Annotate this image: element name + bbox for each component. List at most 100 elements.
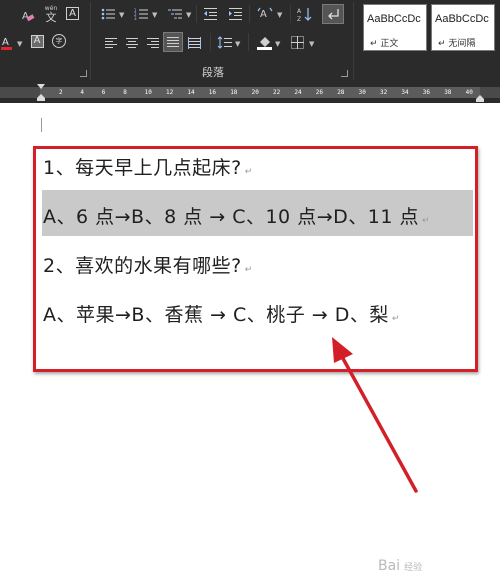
ribbon-separator (210, 33, 211, 51)
distributed-icon (188, 36, 201, 49)
paragraph-mark-icon (328, 9, 339, 20)
ribbon-separator (196, 5, 197, 23)
svg-text:A: A (2, 37, 9, 48)
font-color-button[interactable]: A (0, 34, 14, 50)
chinese-layout-icon: A (257, 7, 273, 20)
first-line-indent-marker[interactable] (36, 82, 46, 103)
enclose-characters-button[interactable]: 字 (52, 34, 66, 48)
ruler-tick-label: 12 (166, 89, 174, 96)
justify-icon (167, 37, 179, 47)
justify-button[interactable] (163, 32, 183, 52)
ruler-tick-label: 28 (337, 89, 345, 96)
clear-formatting-button[interactable]: A (20, 8, 36, 22)
character-border-button[interactable]: A (65, 6, 80, 21)
paint-bucket-icon (256, 36, 272, 50)
ribbon-separator (248, 33, 249, 51)
horizontal-ruler[interactable]: 2 4 6 8 10 12 14 16 18 20 22 24 26 28 30 32 34 36 38 40 (0, 82, 500, 103)
align-left-button[interactable] (104, 36, 117, 49)
borders-icon (290, 35, 304, 49)
ribbon: A wén 文 A A ▼ A 字 ▼ 123 ▼ ▼ A ▼ AZ ▼ ▼ ▼… (0, 0, 500, 82)
ruler-tick-label: 26 (315, 89, 324, 96)
multilevel-list-icon (167, 9, 182, 19)
numbering-icon: 123 (134, 8, 148, 20)
sort-button[interactable]: AZ (296, 6, 312, 22)
borders-dropdown-icon[interactable]: ▼ (309, 40, 314, 48)
annotation-arrow-icon (332, 337, 418, 493)
ruler-tick-label: 4 (80, 89, 85, 96)
align-left-icon (104, 37, 117, 48)
ruler-tick-label: 8 (123, 89, 127, 96)
ruler-tick-label: 22 (273, 89, 281, 96)
ruler-tick-label: 34 (401, 89, 409, 96)
multilevel-list-button[interactable] (167, 7, 183, 21)
paragraph-group-label: 段落 (202, 66, 224, 79)
ruler-tick-label: 30 (358, 89, 366, 96)
paragraph-dialog-launcher[interactable] (341, 70, 348, 77)
bullets-icon (101, 8, 115, 20)
ruler-tick-label: 36 (422, 89, 431, 96)
numbering-button[interactable]: 123 (133, 7, 149, 21)
watermark-sub: 经验 (404, 563, 423, 573)
show-hide-marks-button[interactable] (322, 4, 344, 24)
multilevel-list-dropdown-icon[interactable]: ▼ (186, 11, 191, 19)
distributed-button[interactable] (188, 36, 201, 49)
ruler-text-area (40, 87, 480, 98)
line-spacing-icon (217, 35, 232, 49)
document-page[interactable]: 1、每天早上几点起床? ↵ A、6 点→B、8 点 → C、10 点→D、11 点… (0, 103, 500, 574)
align-right-button[interactable] (146, 36, 159, 49)
ruler-tick-label: 10 (144, 89, 152, 96)
line-spacing-button[interactable] (216, 35, 232, 49)
style-name: ↵ 无间隔 (438, 39, 476, 49)
ruler-tick-label: 18 (230, 89, 238, 96)
svg-text:3: 3 (134, 16, 137, 20)
style-name: ↵ 正文 (370, 39, 399, 49)
decrease-indent-icon (203, 8, 217, 20)
borders-button[interactable] (290, 35, 304, 49)
character-border-icon: A (66, 7, 79, 20)
align-right-icon (146, 37, 159, 48)
line-spacing-dropdown-icon[interactable]: ▼ (235, 40, 240, 48)
right-indent-marker[interactable] (475, 92, 485, 103)
ruler-tick-label: 40 (465, 89, 473, 96)
svg-text:Z: Z (297, 16, 301, 22)
increase-indent-icon (228, 8, 242, 20)
font-dialog-launcher[interactable] (80, 70, 87, 77)
ruler-tick-label: 20 (251, 89, 259, 96)
chinese-layout-dropdown-icon[interactable]: ▼ (277, 11, 282, 19)
chinese-layout-button[interactable]: A (256, 6, 274, 22)
svg-text:A: A (297, 8, 302, 15)
ruler-tick-label: 24 (294, 89, 302, 96)
numbering-dropdown-icon[interactable]: ▼ (152, 11, 157, 19)
bullets-dropdown-icon[interactable]: ▼ (119, 11, 124, 19)
shading-button[interactable] (256, 34, 272, 50)
svg-text:A: A (260, 9, 267, 20)
ruler-tick-label: 14 (187, 89, 195, 96)
style-normal[interactable]: AaBbCcDc ↵ 正文 (363, 4, 427, 51)
phonetic-char: 文 (45, 10, 57, 24)
ribbon-separator (249, 5, 250, 23)
align-center-icon (125, 37, 138, 48)
watermark-text: Bai (378, 558, 401, 574)
font-color-dropdown-icon[interactable]: ▼ (17, 40, 22, 48)
enclose-characters-icon: 字 (52, 34, 66, 48)
style-preview: AaBbCcDc (367, 13, 421, 25)
style-no-spacing[interactable]: AaBbCcDc ↵ 无间隔 (431, 4, 495, 51)
phonetic-guide-button[interactable]: wén 文 (42, 4, 60, 24)
ribbon-separator (90, 2, 91, 80)
margin-corner-mark (41, 118, 42, 132)
ruler-tick-label: 6 (101, 89, 106, 96)
style-preview: AaBbCcDc (435, 13, 489, 25)
increase-indent-button[interactable] (228, 7, 242, 21)
font-color-icon: A (1, 37, 12, 50)
eraser-icon: A (22, 11, 35, 22)
decrease-indent-button[interactable] (203, 7, 217, 21)
shading-dropdown-icon[interactable]: ▼ (275, 40, 280, 48)
ruler-tick-label: 38 (444, 89, 452, 96)
align-center-button[interactable] (125, 36, 138, 49)
character-shading-button[interactable]: A (30, 34, 44, 48)
ribbon-separator (290, 5, 291, 23)
bullets-button[interactable] (100, 7, 116, 21)
watermark-logo: Bai 经验 (378, 558, 422, 574)
ruler-tick-label: 16 (208, 89, 217, 96)
character-shading-icon: A (30, 34, 44, 48)
